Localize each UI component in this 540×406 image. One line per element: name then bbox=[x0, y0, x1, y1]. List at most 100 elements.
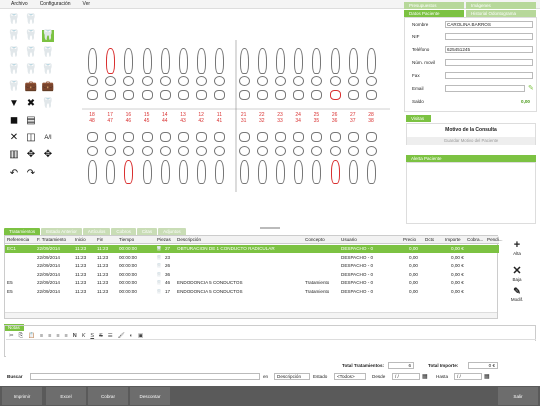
tooth-37-occlusal[interactable] bbox=[347, 132, 359, 142]
bold-icon[interactable]: N bbox=[73, 333, 77, 339]
tooth-13-occlusal[interactable] bbox=[178, 90, 189, 100]
descontar-button[interactable]: Descontar bbox=[130, 387, 170, 405]
col-tiempo[interactable]: Tiempo bbox=[119, 236, 134, 244]
hasta-date[interactable]: / / bbox=[454, 373, 482, 380]
align-left-icon[interactable]: ≡ bbox=[40, 333, 43, 339]
tooth-31-crown[interactable] bbox=[238, 146, 250, 156]
cobrar-button[interactable]: Cobrar bbox=[88, 387, 128, 405]
tooth-root-icon[interactable]: 🦷 bbox=[8, 81, 20, 93]
tooth-44-crown[interactable] bbox=[159, 146, 171, 156]
tooth-43-occlusal[interactable] bbox=[178, 132, 189, 142]
tooth-36-root[interactable] bbox=[330, 160, 340, 184]
tooth-x-icon[interactable]: 🦷 bbox=[42, 98, 54, 110]
tooth-42-root[interactable] bbox=[197, 160, 207, 184]
tooth-25-occlusal[interactable] bbox=[311, 90, 323, 100]
tab-estado-anterior[interactable]: Estado Anterior bbox=[41, 228, 82, 235]
tooth-fill-icon[interactable]: 🦷 bbox=[25, 64, 37, 76]
guardar-motivo-button[interactable]: Guardar Motivo del Paciente bbox=[407, 137, 535, 145]
justify-icon[interactable]: ≡ bbox=[65, 333, 68, 339]
tooth-23-root[interactable] bbox=[276, 48, 285, 74]
excel-button[interactable]: Excel bbox=[46, 387, 86, 405]
imprimir-button[interactable]: Imprimir bbox=[2, 387, 42, 405]
desde-date[interactable]: / / bbox=[392, 373, 420, 380]
rotate-left-icon[interactable]: ↶ bbox=[8, 168, 20, 180]
crown-icon[interactable]: ◼ bbox=[8, 115, 20, 127]
notas-textarea[interactable] bbox=[6, 341, 536, 357]
salir-button[interactable]: Salir bbox=[498, 387, 538, 405]
tooth-dark-icon[interactable]: 🦷 bbox=[42, 47, 54, 59]
col-cobrado[interactable]: Cobra... bbox=[467, 236, 483, 244]
tooth-28-occlusal[interactable] bbox=[366, 90, 377, 100]
table-row[interactable]: E5 22/09/2014 11:23 11:23 00:00:00 17 ENDODONC… bbox=[5, 288, 499, 296]
align-center-icon[interactable]: ≡ bbox=[48, 333, 51, 339]
tooth-bridge-icon[interactable]: 🦷 bbox=[8, 47, 20, 59]
tab-datos-paciente[interactable]: Datos Paciente bbox=[404, 10, 464, 17]
tooth-33-crown[interactable] bbox=[275, 146, 286, 156]
tooth-22-root[interactable] bbox=[257, 48, 267, 74]
tooth-outline-icon[interactable]: 🦷 bbox=[8, 30, 20, 42]
tab-alerta-paciente[interactable]: Alerta Paciente bbox=[406, 155, 536, 162]
tooth-implant-icon[interactable]: 🦷 bbox=[25, 47, 37, 59]
tooth-36-crown[interactable] bbox=[329, 146, 341, 156]
tooth-11-occlusal[interactable] bbox=[214, 90, 226, 100]
alerta-box[interactable] bbox=[406, 162, 536, 224]
ruler-icon[interactable]: ▤ bbox=[25, 115, 37, 127]
tooth-45-root[interactable] bbox=[142, 160, 152, 184]
tooth-37-root[interactable] bbox=[348, 160, 358, 184]
tooth-tool-icon[interactable]: 🦷 bbox=[8, 14, 20, 26]
tooth-crown-icon[interactable]: 🦷 bbox=[25, 14, 37, 26]
tooth-17-occlusal[interactable] bbox=[105, 90, 117, 100]
tooth-12-occlusal[interactable] bbox=[196, 90, 208, 100]
email-field[interactable] bbox=[445, 85, 525, 92]
tooth-25-root[interactable] bbox=[312, 48, 322, 74]
tooth-18-occlusal[interactable] bbox=[87, 90, 98, 100]
arrow-down-icon[interactable]: ▼ bbox=[8, 98, 20, 110]
tooth-24-occlusal[interactable] bbox=[293, 90, 305, 100]
table-row[interactable]: 22/09/2014 11:23 11:23 00:00:00 26 DESPACHO -… bbox=[5, 262, 499, 270]
tooth-32-crown[interactable] bbox=[256, 146, 268, 156]
case-icon[interactable]: 💼 bbox=[42, 81, 54, 93]
tooth-48-occlusal[interactable] bbox=[87, 132, 98, 142]
tooth-47-root[interactable] bbox=[106, 160, 116, 184]
col-pendiente[interactable]: Pendi... bbox=[487, 236, 503, 244]
menu-archivo[interactable]: Archivo bbox=[11, 1, 28, 7]
tooth-13-crown[interactable] bbox=[178, 76, 189, 86]
tooth-41-occlusal[interactable] bbox=[214, 132, 226, 142]
tooth-26-occlusal[interactable] bbox=[329, 90, 341, 100]
email-send-icon[interactable]: ✎ bbox=[528, 84, 534, 92]
tooth-47-occlusal[interactable] bbox=[105, 132, 117, 142]
col-fecha[interactable]: F. Tratamiento bbox=[37, 236, 66, 244]
tooth-28-crown[interactable] bbox=[366, 76, 377, 86]
tooth-28-root[interactable] bbox=[367, 48, 376, 74]
tooth-missing-icon[interactable]: 🦷 bbox=[42, 64, 54, 76]
tooth-21-root[interactable] bbox=[239, 48, 249, 74]
table-row[interactable]: 22/09/2014 11:23 11:23 00:00:00 23 DESPACHO -… bbox=[5, 254, 499, 262]
movil-field[interactable] bbox=[445, 59, 533, 66]
modif-button[interactable]: ✎ Modif. bbox=[504, 286, 530, 302]
hasta-calendar-icon[interactable]: ▦ bbox=[484, 373, 490, 380]
telefono-field[interactable]: 625451245 bbox=[445, 46, 533, 53]
tooth-38-root[interactable] bbox=[367, 160, 376, 184]
underline-icon[interactable]: S bbox=[90, 333, 94, 339]
menu-configuracion[interactable]: Configuración bbox=[40, 1, 71, 7]
tooth-26-crown[interactable] bbox=[329, 76, 341, 86]
move-arrows-icon[interactable]: ✥ bbox=[42, 149, 54, 161]
tooth-27-occlusal[interactable] bbox=[347, 90, 359, 100]
list-icon[interactable]: ☰ bbox=[108, 333, 113, 339]
tooth-34-occlusal[interactable] bbox=[293, 132, 305, 142]
tooth-half-icon[interactable]: 🦷 bbox=[25, 30, 37, 42]
rotate-right-icon[interactable]: ↷ bbox=[25, 168, 37, 180]
tab-cobros[interactable]: Cobros bbox=[111, 228, 136, 235]
tooth-17-root[interactable] bbox=[106, 48, 116, 74]
tooth-34-root[interactable] bbox=[294, 160, 304, 184]
col-concepto[interactable]: Concepto bbox=[305, 236, 325, 244]
tooth-43-crown[interactable] bbox=[178, 146, 189, 156]
paste-icon[interactable]: 📋 bbox=[28, 333, 35, 339]
tooth-45-occlusal[interactable] bbox=[141, 132, 153, 142]
tooth-23-crown[interactable] bbox=[275, 76, 286, 86]
tooth-16-root[interactable] bbox=[124, 48, 134, 74]
alta-button[interactable]: + Alta bbox=[504, 240, 530, 257]
en-select[interactable]: Descripción bbox=[274, 373, 310, 380]
tooth-31-occlusal[interactable] bbox=[238, 132, 250, 142]
col-dcto[interactable]: Dcto bbox=[425, 236, 434, 244]
